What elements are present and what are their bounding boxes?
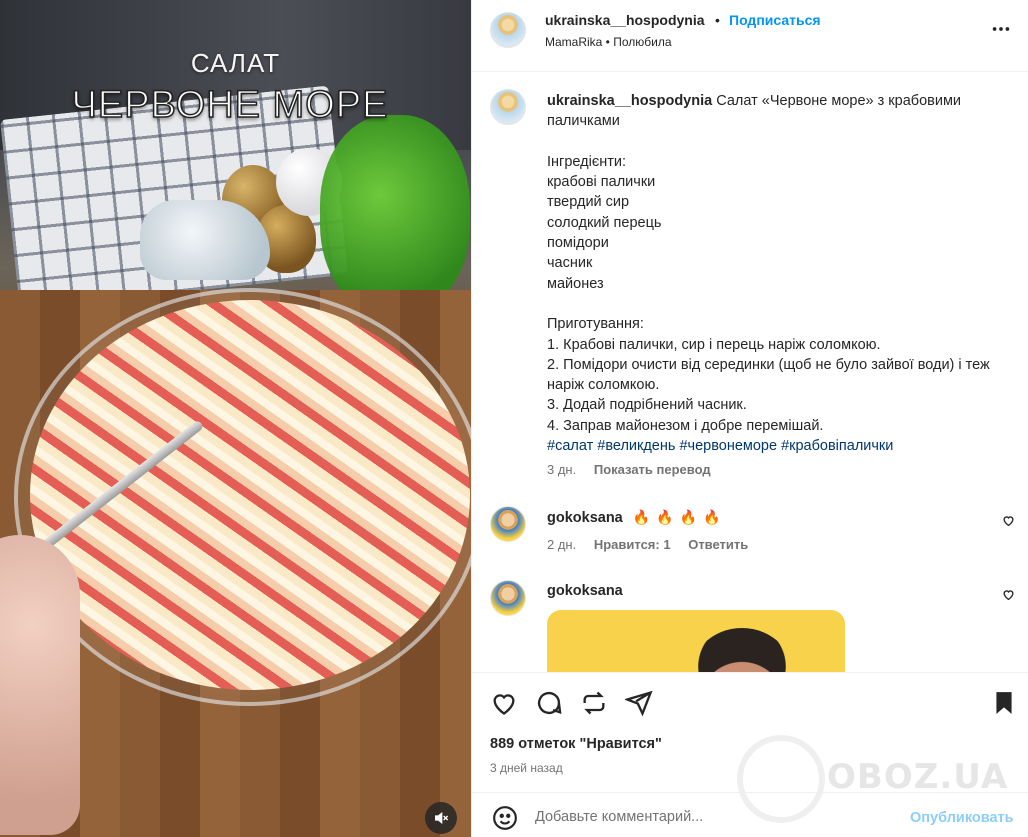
comment-meta: 2 дн. Нравится: 1 Ответить bbox=[547, 537, 762, 552]
post-panel: ukrainska__hospodynia • Подписаться Mama… bbox=[471, 0, 1028, 837]
comment-like-button[interactable] bbox=[1002, 514, 1015, 530]
post-header: ukrainska__hospodynia • Подписаться Mama… bbox=[472, 0, 1028, 72]
more-options-button[interactable] bbox=[990, 18, 1012, 46]
watermark-text: OBOZ.UA bbox=[827, 757, 1009, 797]
fire-emoji-icon: 🔥 bbox=[679, 509, 698, 525]
like-button[interactable] bbox=[490, 689, 518, 720]
comment-username[interactable]: gokoksana bbox=[547, 583, 623, 599]
caption-hashtags[interactable]: #салат #великдень #червонеморе #крабовіп… bbox=[547, 438, 893, 454]
caption-username[interactable]: ukrainska__hospodynia bbox=[547, 93, 712, 109]
reply-button[interactable]: Ответить bbox=[688, 537, 748, 552]
follow-button[interactable]: Подписаться bbox=[729, 12, 821, 28]
comment-button[interactable] bbox=[535, 689, 563, 720]
hand bbox=[0, 535, 80, 835]
emoji-smile-icon bbox=[493, 806, 517, 830]
bookmark-icon bbox=[996, 692, 1012, 714]
share-button[interactable] bbox=[623, 689, 653, 720]
post-date[interactable]: 3 дней назад bbox=[490, 761, 563, 775]
likes-count[interactable]: 889 отметок "Нравится" bbox=[490, 736, 662, 752]
green-plant bbox=[320, 115, 470, 315]
salad bbox=[30, 300, 470, 690]
send-icon bbox=[623, 690, 653, 717]
author-username[interactable]: ukrainska__hospodynia bbox=[545, 12, 705, 28]
comment-bubble-icon bbox=[537, 691, 562, 715]
caption-text: Салат «Червоне море» з крабовими паличка… bbox=[547, 93, 990, 434]
comments-scroll-area[interactable]: ukrainska__hospodynia Салат «Червоне мор… bbox=[472, 72, 1028, 672]
caption-time[interactable]: 3 дн. bbox=[547, 462, 576, 477]
fire-emoji-icon: 🔥 bbox=[656, 509, 674, 525]
caption-author-avatar[interactable] bbox=[490, 89, 526, 125]
fire-emoji-icon: 🔥 bbox=[703, 509, 721, 525]
comment-line: gokoksana 🔥 🔥 🔥 🔥 bbox=[547, 509, 723, 526]
save-button[interactable] bbox=[991, 689, 1017, 720]
commenter-avatar[interactable] bbox=[490, 506, 526, 542]
commenter-avatar[interactable] bbox=[490, 580, 526, 616]
author-avatar[interactable] bbox=[490, 12, 526, 48]
comment-sticker-image[interactable] bbox=[547, 610, 845, 672]
comment-like-button[interactable] bbox=[1002, 588, 1015, 604]
comment-username[interactable]: gokoksana bbox=[547, 510, 623, 526]
fire-emoji-icon: 🔥 bbox=[632, 509, 651, 525]
repost-button[interactable] bbox=[580, 689, 608, 720]
action-bar: OBOZ.UA 889 отметок "Нравится" 3 дней на… bbox=[472, 672, 1028, 823]
speaker-muted-icon bbox=[435, 811, 449, 825]
audio-subtitle[interactable]: MamaRika • Полюбила bbox=[545, 35, 672, 49]
publish-button[interactable]: Опубликовать bbox=[910, 810, 1014, 826]
caption-meta: 3 дн. Показать перевод bbox=[547, 462, 711, 477]
comment-composer: Опубликовать bbox=[472, 792, 1028, 837]
more-horizontal-icon bbox=[992, 27, 1010, 31]
separator-dot: • bbox=[715, 12, 720, 28]
comment-likes[interactable]: Нравится: 1 bbox=[594, 537, 671, 552]
comment-time[interactable]: 2 дн. bbox=[547, 537, 576, 552]
translate-button[interactable]: Показать перевод bbox=[594, 462, 711, 477]
heart-icon bbox=[493, 694, 515, 715]
overlay-title-large: ЧЕРВОНЕ МОРЕ bbox=[71, 83, 389, 127]
sticker-person bbox=[687, 628, 797, 672]
post-caption: ukrainska__hospodynia Салат «Червоне мор… bbox=[547, 91, 1012, 456]
repost-icon bbox=[583, 691, 605, 715]
heart-icon bbox=[1003, 516, 1014, 527]
post-media[interactable]: САЛАТ ЧЕРВОНЕ МОРЕ bbox=[0, 0, 471, 837]
comment-input[interactable] bbox=[535, 803, 895, 831]
overlay-title-small: САЛАТ bbox=[190, 48, 281, 78]
mute-button[interactable] bbox=[425, 802, 457, 834]
ceramic-bunny bbox=[140, 200, 270, 280]
heart-icon bbox=[1003, 590, 1014, 601]
emoji-button[interactable] bbox=[492, 805, 518, 834]
